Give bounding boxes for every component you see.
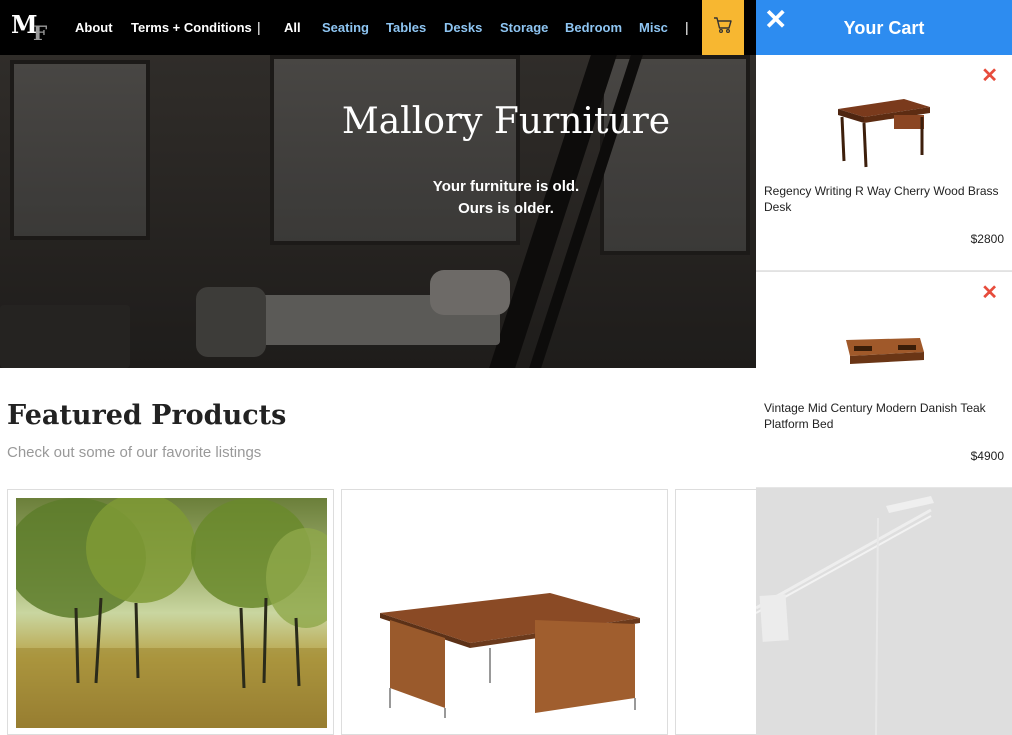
- featured-subtitle: Check out some of our favorite listings: [7, 444, 262, 461]
- cart-panel: ✕ Your Cart ✕ Regency Writing R Way Cher…: [756, 0, 1012, 735]
- cart-button[interactable]: [702, 0, 744, 55]
- cart-header: ✕ Your Cart: [756, 0, 1012, 55]
- product-image-desk[interactable]: [350, 498, 661, 728]
- nav-separator: |: [257, 19, 261, 35]
- product-image-lamp: [756, 488, 1012, 735]
- cart-icon: [713, 16, 733, 39]
- cart-title: Your Cart: [843, 18, 925, 38]
- nav-category-storage[interactable]: Storage: [500, 20, 548, 35]
- cart-item: ✕ Vintage Mid Century Modern Danish Teak…: [756, 272, 1012, 488]
- remove-item-icon[interactable]: ✕: [981, 280, 998, 305]
- cart-item-name: Regency Writing R Way Cherry Wood Brass …: [764, 184, 999, 214]
- cart-item-price: $4900: [970, 449, 1004, 463]
- product-image-painting[interactable]: [8, 493, 333, 728]
- nav-category-bedroom[interactable]: Bedroom: [565, 20, 622, 35]
- product-card[interactable]: [341, 489, 668, 735]
- nav-category-seating[interactable]: Seating: [322, 20, 369, 35]
- product-card[interactable]: [7, 489, 334, 735]
- featured-title: Featured Products: [7, 400, 287, 431]
- nav-separator: |: [685, 19, 689, 35]
- nav-terms-link[interactable]: Terms + Conditions: [131, 20, 252, 35]
- nav-category-desks[interactable]: Desks: [444, 20, 482, 35]
- nav-category-all[interactable]: All: [284, 20, 301, 35]
- cart-item-image: [834, 95, 934, 173]
- top-nav: MF About Terms + Conditions | All Seatin…: [0, 0, 756, 55]
- page: MF About Terms + Conditions | All Seatin…: [0, 0, 1012, 735]
- cart-item-image: [834, 312, 934, 390]
- remove-item-icon[interactable]: ✕: [981, 63, 998, 88]
- cart-item-price: $2800: [970, 232, 1004, 246]
- nav-category-misc[interactable]: Misc: [639, 20, 668, 35]
- cart-item-name: Vintage Mid Century Modern Danish Teak P…: [764, 401, 986, 431]
- nav-about-link[interactable]: About: [75, 20, 113, 35]
- logo[interactable]: MF: [11, 10, 55, 45]
- cart-item: ✕ Regency Writing R Way Cherry Wood Bras…: [756, 55, 1012, 271]
- nav-category-tables[interactable]: Tables: [386, 20, 426, 35]
